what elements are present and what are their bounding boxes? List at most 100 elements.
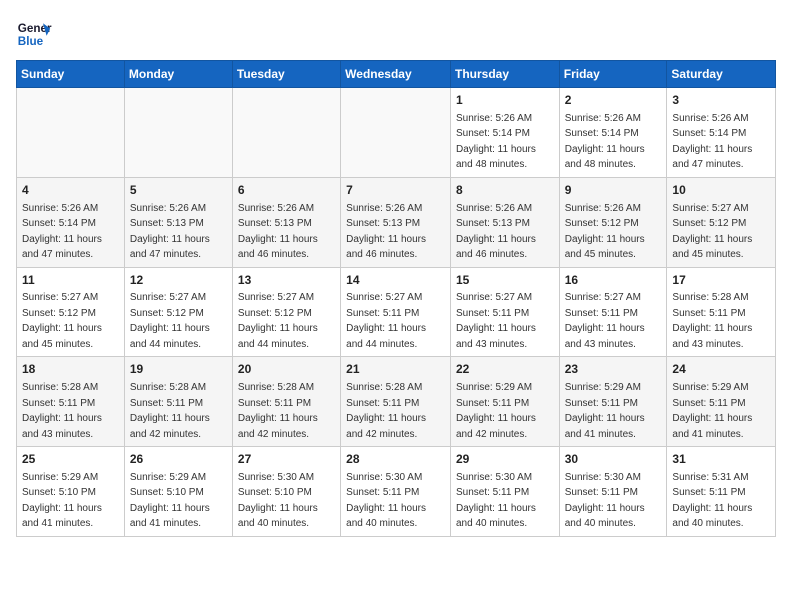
day-cell [232, 88, 340, 178]
day-number: 6 [238, 182, 335, 199]
day-cell: 9 Sunrise: 5:26 AM Sunset: 5:12 PM Daylig… [559, 177, 667, 267]
day-info: Sunrise: 5:28 AM Sunset: 5:11 PM Dayligh… [238, 382, 318, 440]
day-number: 3 [672, 92, 770, 109]
col-header-thursday: Thursday [450, 61, 559, 88]
col-header-wednesday: Wednesday [341, 61, 451, 88]
day-cell: 31 Sunrise: 5:31 AM Sunset: 5:11 PM Dayli… [667, 447, 776, 537]
day-cell: 10Sunrise: 5:27 AM Sunset: 5:12 PM Dayli… [667, 177, 776, 267]
day-cell: 4 Sunrise: 5:26 AM Sunset: 5:14 PM Daylig… [17, 177, 125, 267]
day-cell: 27 Sunrise: 5:30 AM Sunset: 5:10 PM Dayli… [232, 447, 340, 537]
day-cell: 6 Sunrise: 5:26 AM Sunset: 5:13 PM Daylig… [232, 177, 340, 267]
day-info: Sunrise: 5:30 AM Sunset: 5:11 PM Dayligh… [565, 472, 645, 530]
logo: General Blue [16, 16, 52, 52]
day-cell: 3Sunrise: 5:26 AM Sunset: 5:14 PM Daylig… [667, 88, 776, 178]
day-cell: 11Sunrise: 5:27 AM Sunset: 5:12 PM Dayli… [17, 267, 125, 357]
day-number: 8 [456, 182, 554, 199]
day-info: Sunrise: 5:31 AM Sunset: 5:11 PM Dayligh… [672, 472, 752, 530]
day-number: 11 [22, 272, 119, 289]
svg-text:Blue: Blue [18, 35, 44, 48]
day-number: 7 [346, 182, 445, 199]
day-info: Sunrise: 5:29 AM Sunset: 5:11 PM Dayligh… [565, 382, 645, 440]
day-number: 15 [456, 272, 554, 289]
day-info: Sunrise: 5:27 AM Sunset: 5:11 PM Dayligh… [565, 292, 645, 350]
week-row-5: 25 Sunrise: 5:29 AM Sunset: 5:10 PM Dayli… [17, 447, 776, 537]
day-info: Sunrise: 5:30 AM Sunset: 5:11 PM Dayligh… [456, 472, 536, 530]
day-cell: 19 Sunrise: 5:28 AM Sunset: 5:11 PM Dayli… [124, 357, 232, 447]
day-cell: 13 Sunrise: 5:27 AM Sunset: 5:12 PM Dayli… [232, 267, 340, 357]
day-cell: 1 Sunrise: 5:26 AM Sunset: 5:14 PM Daylig… [450, 88, 559, 178]
day-info: Sunrise: 5:26 AM Sunset: 5:12 PM Dayligh… [565, 203, 645, 261]
calendar-table: SundayMondayTuesdayWednesdayThursdayFrid… [16, 60, 776, 537]
day-cell: 17 Sunrise: 5:28 AM Sunset: 5:11 PM Dayli… [667, 267, 776, 357]
day-info: Sunrise: 5:30 AM Sunset: 5:11 PM Dayligh… [346, 472, 426, 530]
day-info: Sunrise: 5:28 AM Sunset: 5:11 PM Dayligh… [672, 292, 752, 350]
day-number: 25 [22, 451, 119, 468]
day-number: 9 [565, 182, 662, 199]
col-header-monday: Monday [124, 61, 232, 88]
day-cell: 2 Sunrise: 5:26 AM Sunset: 5:14 PM Daylig… [559, 88, 667, 178]
day-cell: 20 Sunrise: 5:28 AM Sunset: 5:11 PM Dayli… [232, 357, 340, 447]
day-info: Sunrise: 5:30 AM Sunset: 5:10 PM Dayligh… [238, 472, 318, 530]
day-info: Sunrise: 5:27 AM Sunset: 5:12 PM Dayligh… [238, 292, 318, 350]
day-info: Sunrise: 5:28 AM Sunset: 5:11 PM Dayligh… [130, 382, 210, 440]
week-row-2: 4 Sunrise: 5:26 AM Sunset: 5:14 PM Daylig… [17, 177, 776, 267]
day-cell [341, 88, 451, 178]
day-number: 21 [346, 361, 445, 378]
day-number: 26 [130, 451, 227, 468]
col-header-friday: Friday [559, 61, 667, 88]
day-info: Sunrise: 5:28 AM Sunset: 5:11 PM Dayligh… [22, 382, 102, 440]
day-number: 12 [130, 272, 227, 289]
col-header-sunday: Sunday [17, 61, 125, 88]
day-cell: 8 Sunrise: 5:26 AM Sunset: 5:13 PM Daylig… [450, 177, 559, 267]
day-number: 4 [22, 182, 119, 199]
week-row-3: 11 Sunrise: 5:27 AM Sunset: 5:12 PM Dayli… [17, 267, 776, 357]
day-cell [124, 88, 232, 178]
day-cell: 14 Sunrise: 5:27 AM Sunset: 5:11 PM Dayli… [341, 267, 451, 357]
day-cell: 28Sunrise: 5:30 AM Sunset: 5:11 PM Dayli… [341, 447, 451, 537]
day-info: Sunrise: 5:26 AM Sunset: 5:13 PM Dayligh… [346, 203, 426, 261]
day-info: Sunrise: 5:26 AM Sunset: 5:14 PM Dayligh… [565, 113, 645, 171]
day-cell: 7 Sunrise: 5:26 AM Sunset: 5:13 PM Daylig… [341, 177, 451, 267]
day-number: 18 [22, 361, 119, 378]
day-cell: 29 Sunrise: 5:30 AM Sunset: 5:11 PM Dayli… [450, 447, 559, 537]
day-cell: 26 Sunrise: 5:29 AM Sunset: 5:10 PM Dayli… [124, 447, 232, 537]
day-number: 20 [238, 361, 335, 378]
day-number: 17 [672, 272, 770, 289]
day-number: 24 [672, 361, 770, 378]
day-info: Sunrise: 5:27 AM Sunset: 5:11 PM Dayligh… [346, 292, 426, 350]
day-info: Sunrise: 5:26 AM Sunset: 5:13 PM Dayligh… [456, 203, 536, 261]
day-info: Sunrise: 5:26 AM Sunset: 5:14 PM Dayligh… [22, 203, 102, 261]
day-number: 1 [456, 92, 554, 109]
day-number: 16 [565, 272, 662, 289]
day-cell: 22 Sunrise: 5:29 AM Sunset: 5:11 PM Dayli… [450, 357, 559, 447]
day-info: Sunrise: 5:26 AM Sunset: 5:13 PM Dayligh… [130, 203, 210, 261]
day-cell: 12 Sunrise: 5:27 AM Sunset: 5:12 PM Dayli… [124, 267, 232, 357]
page-header: General Blue [16, 16, 776, 52]
day-info: Sunrise: 5:29 AM Sunset: 5:11 PM Dayligh… [456, 382, 536, 440]
day-number: 27 [238, 451, 335, 468]
logo-icon: General Blue [16, 16, 52, 52]
col-header-saturday: Saturday [667, 61, 776, 88]
col-header-tuesday: Tuesday [232, 61, 340, 88]
day-cell: 5Sunrise: 5:26 AM Sunset: 5:13 PM Daylig… [124, 177, 232, 267]
day-info: Sunrise: 5:28 AM Sunset: 5:11 PM Dayligh… [346, 382, 426, 440]
day-number: 13 [238, 272, 335, 289]
day-info: Sunrise: 5:27 AM Sunset: 5:12 PM Dayligh… [672, 203, 752, 261]
day-info: Sunrise: 5:26 AM Sunset: 5:13 PM Dayligh… [238, 203, 318, 261]
day-info: Sunrise: 5:26 AM Sunset: 5:14 PM Dayligh… [456, 113, 536, 171]
day-cell: 16 Sunrise: 5:27 AM Sunset: 5:11 PM Dayli… [559, 267, 667, 357]
day-cell: 15 Sunrise: 5:27 AM Sunset: 5:11 PM Dayli… [450, 267, 559, 357]
day-number: 22 [456, 361, 554, 378]
day-number: 31 [672, 451, 770, 468]
day-info: Sunrise: 5:29 AM Sunset: 5:10 PM Dayligh… [22, 472, 102, 530]
day-number: 19 [130, 361, 227, 378]
week-row-4: 18 Sunrise: 5:28 AM Sunset: 5:11 PM Dayli… [17, 357, 776, 447]
day-info: Sunrise: 5:27 AM Sunset: 5:11 PM Dayligh… [456, 292, 536, 350]
day-number: 2 [565, 92, 662, 109]
day-info: Sunrise: 5:27 AM Sunset: 5:12 PM Dayligh… [130, 292, 210, 350]
day-cell: 24 Sunrise: 5:29 AM Sunset: 5:11 PM Dayli… [667, 357, 776, 447]
day-info: Sunrise: 5:29 AM Sunset: 5:11 PM Dayligh… [672, 382, 752, 440]
day-number: 14 [346, 272, 445, 289]
day-number: 29 [456, 451, 554, 468]
day-info: Sunrise: 5:29 AM Sunset: 5:10 PM Dayligh… [130, 472, 210, 530]
